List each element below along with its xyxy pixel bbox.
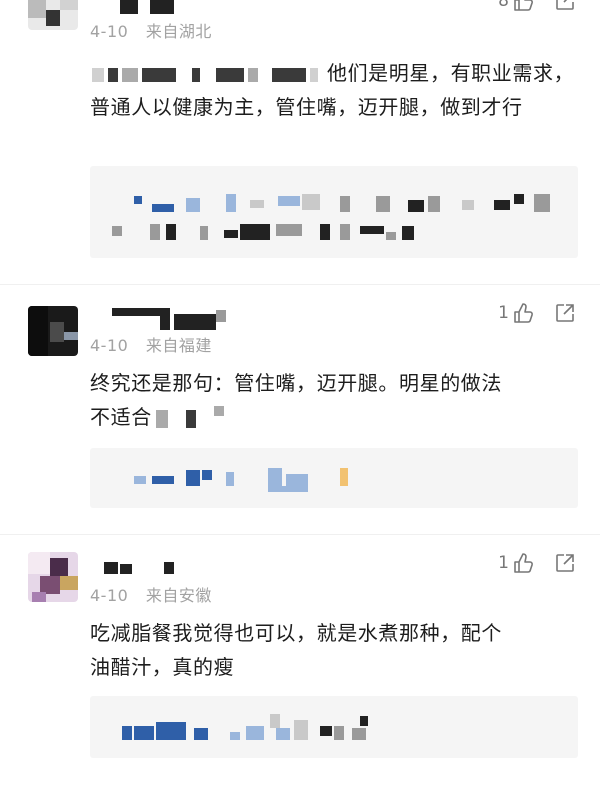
reply-preview[interactable] bbox=[90, 166, 578, 258]
comment-date: 4-10 bbox=[90, 586, 129, 605]
redacted-text bbox=[272, 67, 306, 82]
comment-actions: 1 bbox=[498, 552, 576, 574]
username-redacted[interactable] bbox=[90, 308, 240, 334]
redacted-text bbox=[92, 67, 104, 82]
redacted-text bbox=[185, 409, 196, 428]
redacted-text bbox=[142, 67, 176, 82]
comment-meta: 4-10 来自福建 bbox=[90, 332, 212, 356]
reply-preview[interactable] bbox=[90, 696, 578, 758]
share-icon[interactable] bbox=[554, 302, 576, 324]
like-button[interactable]: 1 bbox=[498, 302, 534, 324]
comment-meta: 4-10 来自安徽 bbox=[90, 582, 212, 606]
thumbs-up-icon bbox=[512, 552, 534, 574]
like-button[interactable]: 8 bbox=[498, 0, 534, 12]
redacted-text bbox=[213, 406, 224, 416]
thumbs-up-icon bbox=[512, 302, 534, 324]
like-button[interactable]: 1 bbox=[498, 552, 534, 574]
comment-item: 4-10 来自安徽 1 吃减脂餐我觉得也可以，就是水煮那种，配个 油醋汁，真的瘦 bbox=[0, 546, 600, 786]
like-count: 8 bbox=[498, 0, 509, 11]
comment-text: 吃减脂餐我觉得也可以，就是水煮那种，配个 油醋汁，真的瘦 bbox=[90, 616, 580, 684]
redacted-text bbox=[248, 67, 258, 82]
comment-actions: 1 bbox=[498, 302, 576, 324]
avatar[interactable] bbox=[28, 552, 78, 602]
username-redacted[interactable] bbox=[90, 558, 200, 584]
redacted-text bbox=[310, 67, 318, 82]
comment-date: 4-10 bbox=[90, 336, 129, 355]
comment-body-line: 油醋汁，真的瘦 bbox=[90, 655, 235, 679]
share-icon[interactable] bbox=[554, 0, 576, 12]
comment-location: 来自湖北 bbox=[145, 22, 212, 41]
like-count: 1 bbox=[498, 553, 509, 573]
comment-item: 4-10 来自湖北 8 他们是明星，有职业需求，普通人以健康为主，管住嘴，迈开腿… bbox=[0, 0, 600, 270]
comment-body-line: 终究还是那句：管住嘴，迈开腿。明星的做法 bbox=[90, 371, 502, 395]
redacted-text bbox=[192, 67, 200, 82]
share-icon[interactable] bbox=[554, 552, 576, 574]
redacted-text bbox=[216, 67, 244, 82]
divider bbox=[0, 284, 600, 285]
redacted-text bbox=[108, 67, 118, 82]
comment-item: 4-10 来自福建 1 终究还是那句：管住嘴，迈开腿。明星的做法 不适合 bbox=[0, 296, 600, 536]
reply-preview[interactable] bbox=[90, 448, 578, 508]
comment-location: 来自福建 bbox=[145, 336, 212, 355]
redacted-text bbox=[155, 409, 168, 428]
thumbs-up-icon bbox=[512, 0, 534, 12]
avatar[interactable] bbox=[28, 0, 78, 30]
comment-text: 终究还是那句：管住嘴，迈开腿。明星的做法 不适合 bbox=[90, 366, 580, 434]
like-count: 1 bbox=[498, 303, 509, 323]
comment-text: 他们是明星，有职业需求，普通人以健康为主，管住嘴，迈开腿，做到才行 bbox=[90, 56, 580, 124]
comment-body-fragment: 不适合 bbox=[90, 405, 152, 429]
avatar[interactable] bbox=[28, 306, 78, 356]
comment-actions: 8 bbox=[498, 0, 576, 12]
comment-meta: 4-10 来自湖北 bbox=[90, 18, 212, 42]
comment-body-line: 不适合 bbox=[90, 400, 580, 434]
comment-location: 来自安徽 bbox=[145, 586, 212, 605]
comment-body-line: 吃减脂餐我觉得也可以，就是水煮那种，配个 bbox=[90, 621, 502, 645]
redacted-text bbox=[122, 67, 138, 82]
comment-date: 4-10 bbox=[90, 22, 129, 41]
divider bbox=[0, 534, 600, 535]
